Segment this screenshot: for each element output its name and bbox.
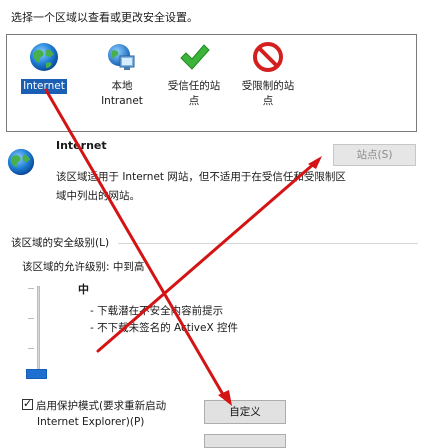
zone-restricted-sites[interactable]: 受限制的站 点	[233, 41, 303, 109]
protected-mode-label: 启用保护模式(要求重新启动	[36, 400, 167, 412]
security-level-description: - 下载潜在不安全内容前提示 - 不下载未签名的 ActiveX 控件	[90, 303, 238, 337]
protected-mode-label-2: Internet Explorer)(P)	[37, 416, 145, 428]
zone-local-intranet-label: 本地 Intranet	[101, 80, 143, 107]
intranet-icon	[106, 41, 138, 73]
group-divider	[118, 243, 418, 244]
zone-list: Internet 本地 Intranet 受信任的站 点 受限制的站 点	[6, 34, 417, 132]
protected-mode-option[interactable]: 启用保护模式(要求重新启动 Internet Explorer)(P)	[22, 396, 167, 430]
globe-icon	[6, 147, 36, 177]
level-line: - 下载潜在不安全内容前提示	[90, 305, 224, 317]
sites-button[interactable]: 站点(S)	[333, 144, 416, 166]
slider-tick	[28, 318, 34, 319]
default-level-button[interactable]	[204, 434, 286, 448]
zone-trusted-sites[interactable]: 受信任的站 点	[159, 41, 229, 109]
zone-restricted-sites-label: 受限制的站 点	[241, 80, 295, 107]
security-level-name: 中	[78, 283, 89, 296]
zone-title: Internet	[56, 139, 107, 152]
zone-internet-label: Internet	[20, 78, 68, 95]
slider-track[interactable]	[37, 286, 40, 376]
level-line: - 不下载未签名的 ActiveX 控件	[90, 322, 238, 334]
custom-level-button[interactable]: 自定义	[204, 400, 286, 424]
security-level-group-title: 该区域的安全级别(L)	[11, 237, 110, 249]
zone-internet[interactable]: Internet	[9, 41, 79, 95]
zone-description: 该区域适用于 Internet 网站，但不适用于在受信任和受限制区域中列出的网站…	[56, 171, 346, 202]
slider-thumb[interactable]	[26, 369, 47, 379]
zone-trusted-sites-label: 受信任的站 点	[167, 80, 221, 107]
protected-mode-checkbox[interactable]	[22, 396, 33, 412]
restricted-icon	[252, 41, 284, 73]
instruction-text: 选择一个区域以查看或更改安全设置。	[11, 11, 198, 24]
zone-local-intranet[interactable]: 本地 Intranet	[87, 41, 157, 109]
slider-tick	[28, 288, 34, 289]
slider-tick	[28, 348, 34, 349]
globe-icon	[28, 41, 60, 73]
check-icon	[178, 41, 210, 73]
allowed-levels-text: 该区域的允许级别: 中到高	[22, 261, 145, 273]
